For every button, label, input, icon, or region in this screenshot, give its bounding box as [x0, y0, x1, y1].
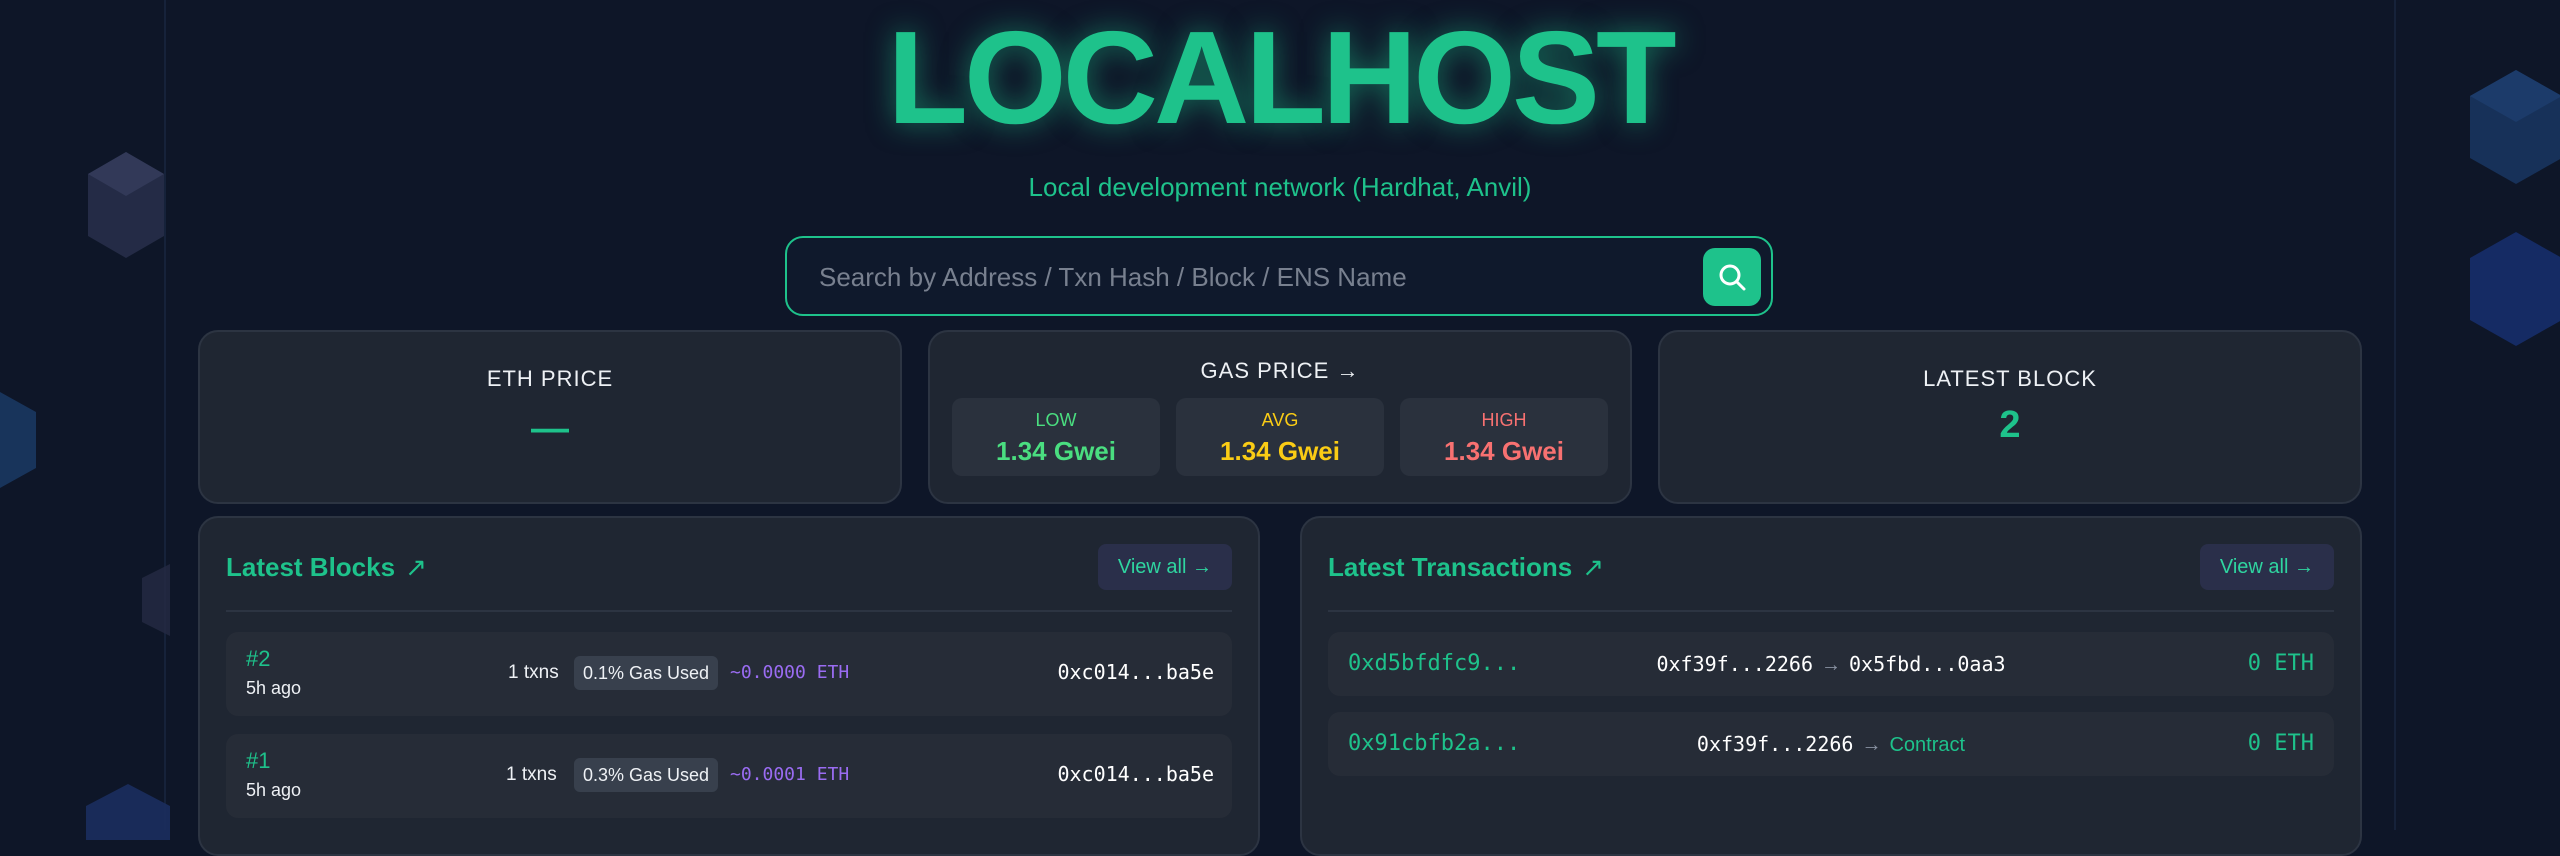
block-reward: ~0.0000 ETH — [730, 662, 850, 683]
gas-avg-box: AVG 1.34 Gwei — [1176, 398, 1384, 476]
block-txn-count: 1 txns — [508, 662, 559, 683]
eth-price-label: ETH PRICE — [486, 366, 614, 391]
block-number[interactable]: #2 — [246, 646, 270, 672]
latest-blocks-title-text: Latest Blocks — [226, 552, 396, 582]
tx-value: 0 ETH — [2247, 731, 2314, 756]
gas-low-box: LOW 1.34 Gwei — [952, 398, 1160, 476]
cube-decoration — [88, 152, 164, 258]
gas-price-label[interactable]: GAS PRICE → — [930, 358, 1630, 384]
external-link-icon: ↗ — [405, 552, 427, 582]
latest-block-value: 2 — [1999, 404, 2021, 446]
block-txn-count: 1 txns — [506, 764, 557, 785]
cube-decoration — [0, 392, 36, 488]
blocks-view-all-button[interactable]: View all → — [1097, 544, 1232, 590]
tx-from[interactable]: 0xf39f...2266 — [1697, 732, 1854, 756]
tx-from-to: 0xf39f...2266 → 0x5fbd...0aa3 — [1328, 652, 2334, 677]
gas-low-label: LOW — [1035, 410, 1077, 430]
latest-blocks-panel: Latest Blocks ↗ View all → #2 5h ago 1 tx… — [198, 516, 1260, 856]
latest-blocks-title[interactable]: Latest Blocks ↗ — [226, 552, 427, 583]
gas-avg-label: AVG — [1261, 410, 1299, 430]
gas-high-label: HIGH — [1481, 410, 1527, 430]
cube-decoration — [142, 564, 170, 636]
search-input[interactable] — [817, 238, 1701, 316]
transaction-row[interactable]: 0xd5bfdfc9... 0xf39f...2266 → 0x5fbd...0aa… — [1328, 632, 2334, 696]
search-bar — [785, 236, 1773, 316]
arrow-right-icon: → — [1861, 734, 1882, 756]
transaction-row[interactable]: 0x91cbfb2a... 0xf39f...2266 → Contract 0 E… — [1328, 712, 2334, 776]
latest-block-card: LATEST BLOCK 2 — [1658, 330, 2362, 504]
tx-value: 0 ETH — [2247, 651, 2314, 676]
latest-block-label: LATEST BLOCK — [1923, 366, 2097, 391]
block-age: 5h ago — [246, 678, 302, 698]
block-row[interactable]: #2 5h ago 1 txns 0.1% Gas Used ~0.0000 E… — [226, 632, 1232, 716]
gas-high-box: HIGH 1.34 Gwei — [1400, 398, 1608, 476]
gas-high-value: 1.34 Gwei — [1444, 436, 1564, 466]
latest-transactions-panel: Latest Transactions ↗ View all → 0xd5bfdf… — [1300, 516, 2362, 856]
latest-transactions-title[interactable]: Latest Transactions ↗ — [1328, 552, 1604, 583]
tx-from[interactable]: 0xf39f...2266 — [1656, 652, 1813, 676]
tx-to-contract[interactable]: Contract — [1889, 734, 1965, 756]
block-reward: ~0.0001 ETH — [730, 764, 850, 785]
block-miner[interactable]: 0xc014...ba5e — [1057, 762, 1214, 786]
divider — [1328, 610, 2334, 612]
latest-transactions-title-text: Latest Transactions — [1328, 552, 1573, 582]
gas-price-card[interactable]: GAS PRICE → LOW 1.34 Gwei AVG 1.34 Gwei … — [928, 330, 1632, 504]
block-gas-badge: 0.3% Gas Used — [574, 758, 719, 792]
network-title: LOCALHOST — [887, 4, 1676, 151]
tx-from-to: 0xf39f...2266 → Contract — [1328, 732, 2334, 757]
block-gas-badge: 0.1% Gas Used — [574, 656, 719, 690]
external-link-icon: ↗ — [1582, 552, 1604, 582]
cube-decoration — [2470, 232, 2560, 346]
block-number[interactable]: #1 — [246, 748, 270, 774]
eth-price-card: ETH PRICE — — [198, 330, 902, 504]
eth-price-value: — — [531, 408, 569, 450]
cube-decoration — [86, 784, 170, 840]
block-miner[interactable]: 0xc014...ba5e — [1057, 660, 1214, 684]
arrow-right-icon: → — [1821, 654, 1841, 676]
tx-to[interactable]: 0x5fbd...0aa3 — [1849, 652, 2006, 676]
search-icon — [1719, 264, 1746, 291]
search-button[interactable] — [1703, 248, 1761, 306]
gas-low-value: 1.34 Gwei — [996, 436, 1116, 466]
divider — [226, 610, 1232, 612]
block-age: 5h ago — [246, 780, 302, 800]
transactions-view-all-button[interactable]: View all → — [2199, 544, 2334, 590]
network-subtitle: Local development network (Hardhat, Anvi… — [1028, 172, 1532, 202]
block-row[interactable]: #1 5h ago 1 txns 0.3% Gas Used ~0.0001 E… — [226, 734, 1232, 818]
gas-avg-value: 1.34 Gwei — [1220, 436, 1340, 466]
